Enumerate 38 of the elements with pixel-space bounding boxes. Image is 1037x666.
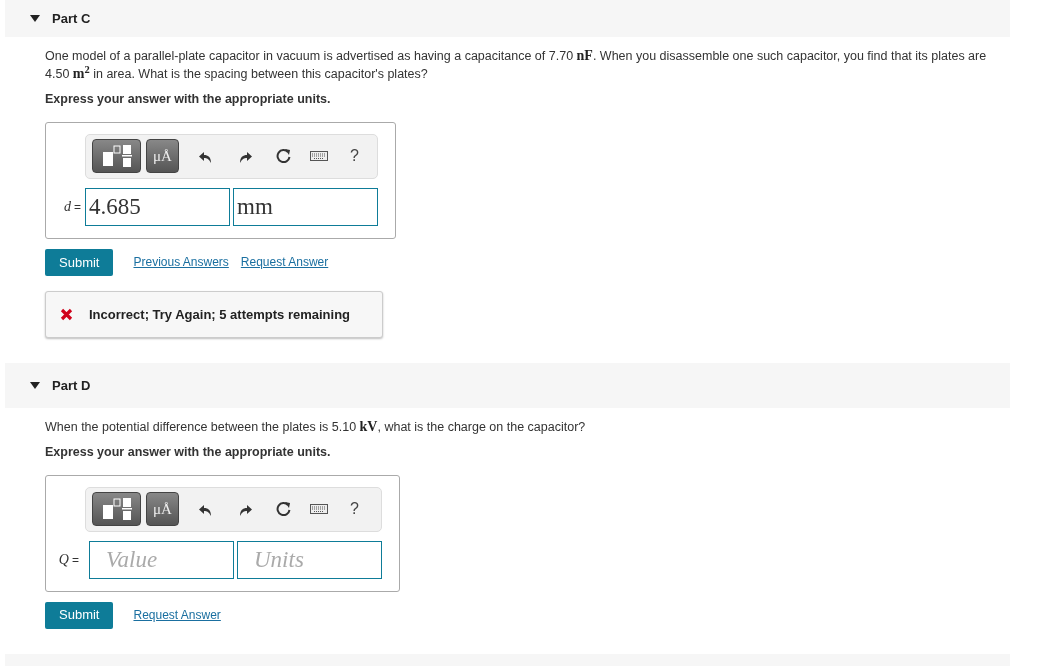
help-button[interactable]: ? [350, 144, 359, 169]
part-header[interactable]: Part D [5, 362, 1010, 408]
part-title: Part D [52, 376, 91, 395]
error-x-icon [60, 307, 73, 321]
value-field[interactable]: 4.685 [85, 187, 230, 226]
submit-button[interactable]: Submit [45, 248, 114, 276]
text-link[interactable]: Previous Answers [133, 253, 229, 272]
question-text: When the potential difference between the plates is 5.10 kV, what is the charge on the capacitor? [45, 417, 587, 436]
part-title: Part C [52, 9, 91, 28]
variable-label: Q [58, 551, 69, 569]
fraction-template-icon [101, 144, 132, 169]
feedback-text: Incorrect; Try Again; 5 attempts remaining [89, 305, 351, 324]
reset-icon [275, 148, 291, 165]
collapse-triangle-icon [30, 15, 40, 22]
fraction-template-icon [101, 497, 132, 521]
units-field[interactable]: mm [233, 187, 378, 226]
question-text: One model of a parallel-plate capacitor in vacuum is advertised as having a capacitance of 7.70 nF. When you disassemble one such capacitor, you find that its plates are 4.50 m$^{2}$ in area. What is the spacing between this capacitor's plates? [45, 47, 988, 83]
submit-button[interactable]: Submit [45, 601, 114, 629]
instruction-text: Express your answer with the appropriate units. [45, 443, 332, 461]
units-button[interactable]: μÅ [146, 492, 179, 526]
reset-icon [275, 501, 291, 517]
template-button[interactable] [92, 139, 141, 174]
part-header[interactable]: Part C [5, 0, 1010, 37]
reset-button[interactable] [274, 147, 292, 166]
template-button[interactable] [92, 492, 141, 526]
variable-label: d [64, 198, 71, 217]
collapse-triangle-icon [30, 381, 40, 389]
units-field[interactable]: Units [237, 540, 382, 579]
equals-sign: = [72, 551, 79, 569]
equals-sign: = [74, 198, 81, 216]
text-link[interactable]: Request Answer [240, 253, 329, 272]
text-link[interactable]: Request Answer [133, 606, 221, 624]
instruction-text: Express your answer with the appropriate units. [45, 91, 332, 108]
value-field[interactable]: Value [89, 540, 234, 579]
reset-button[interactable] [274, 500, 292, 518]
units-button[interactable]: μÅ [146, 139, 179, 174]
help-button[interactable]: ? [350, 497, 359, 521]
keyboard-icon [310, 501, 328, 517]
